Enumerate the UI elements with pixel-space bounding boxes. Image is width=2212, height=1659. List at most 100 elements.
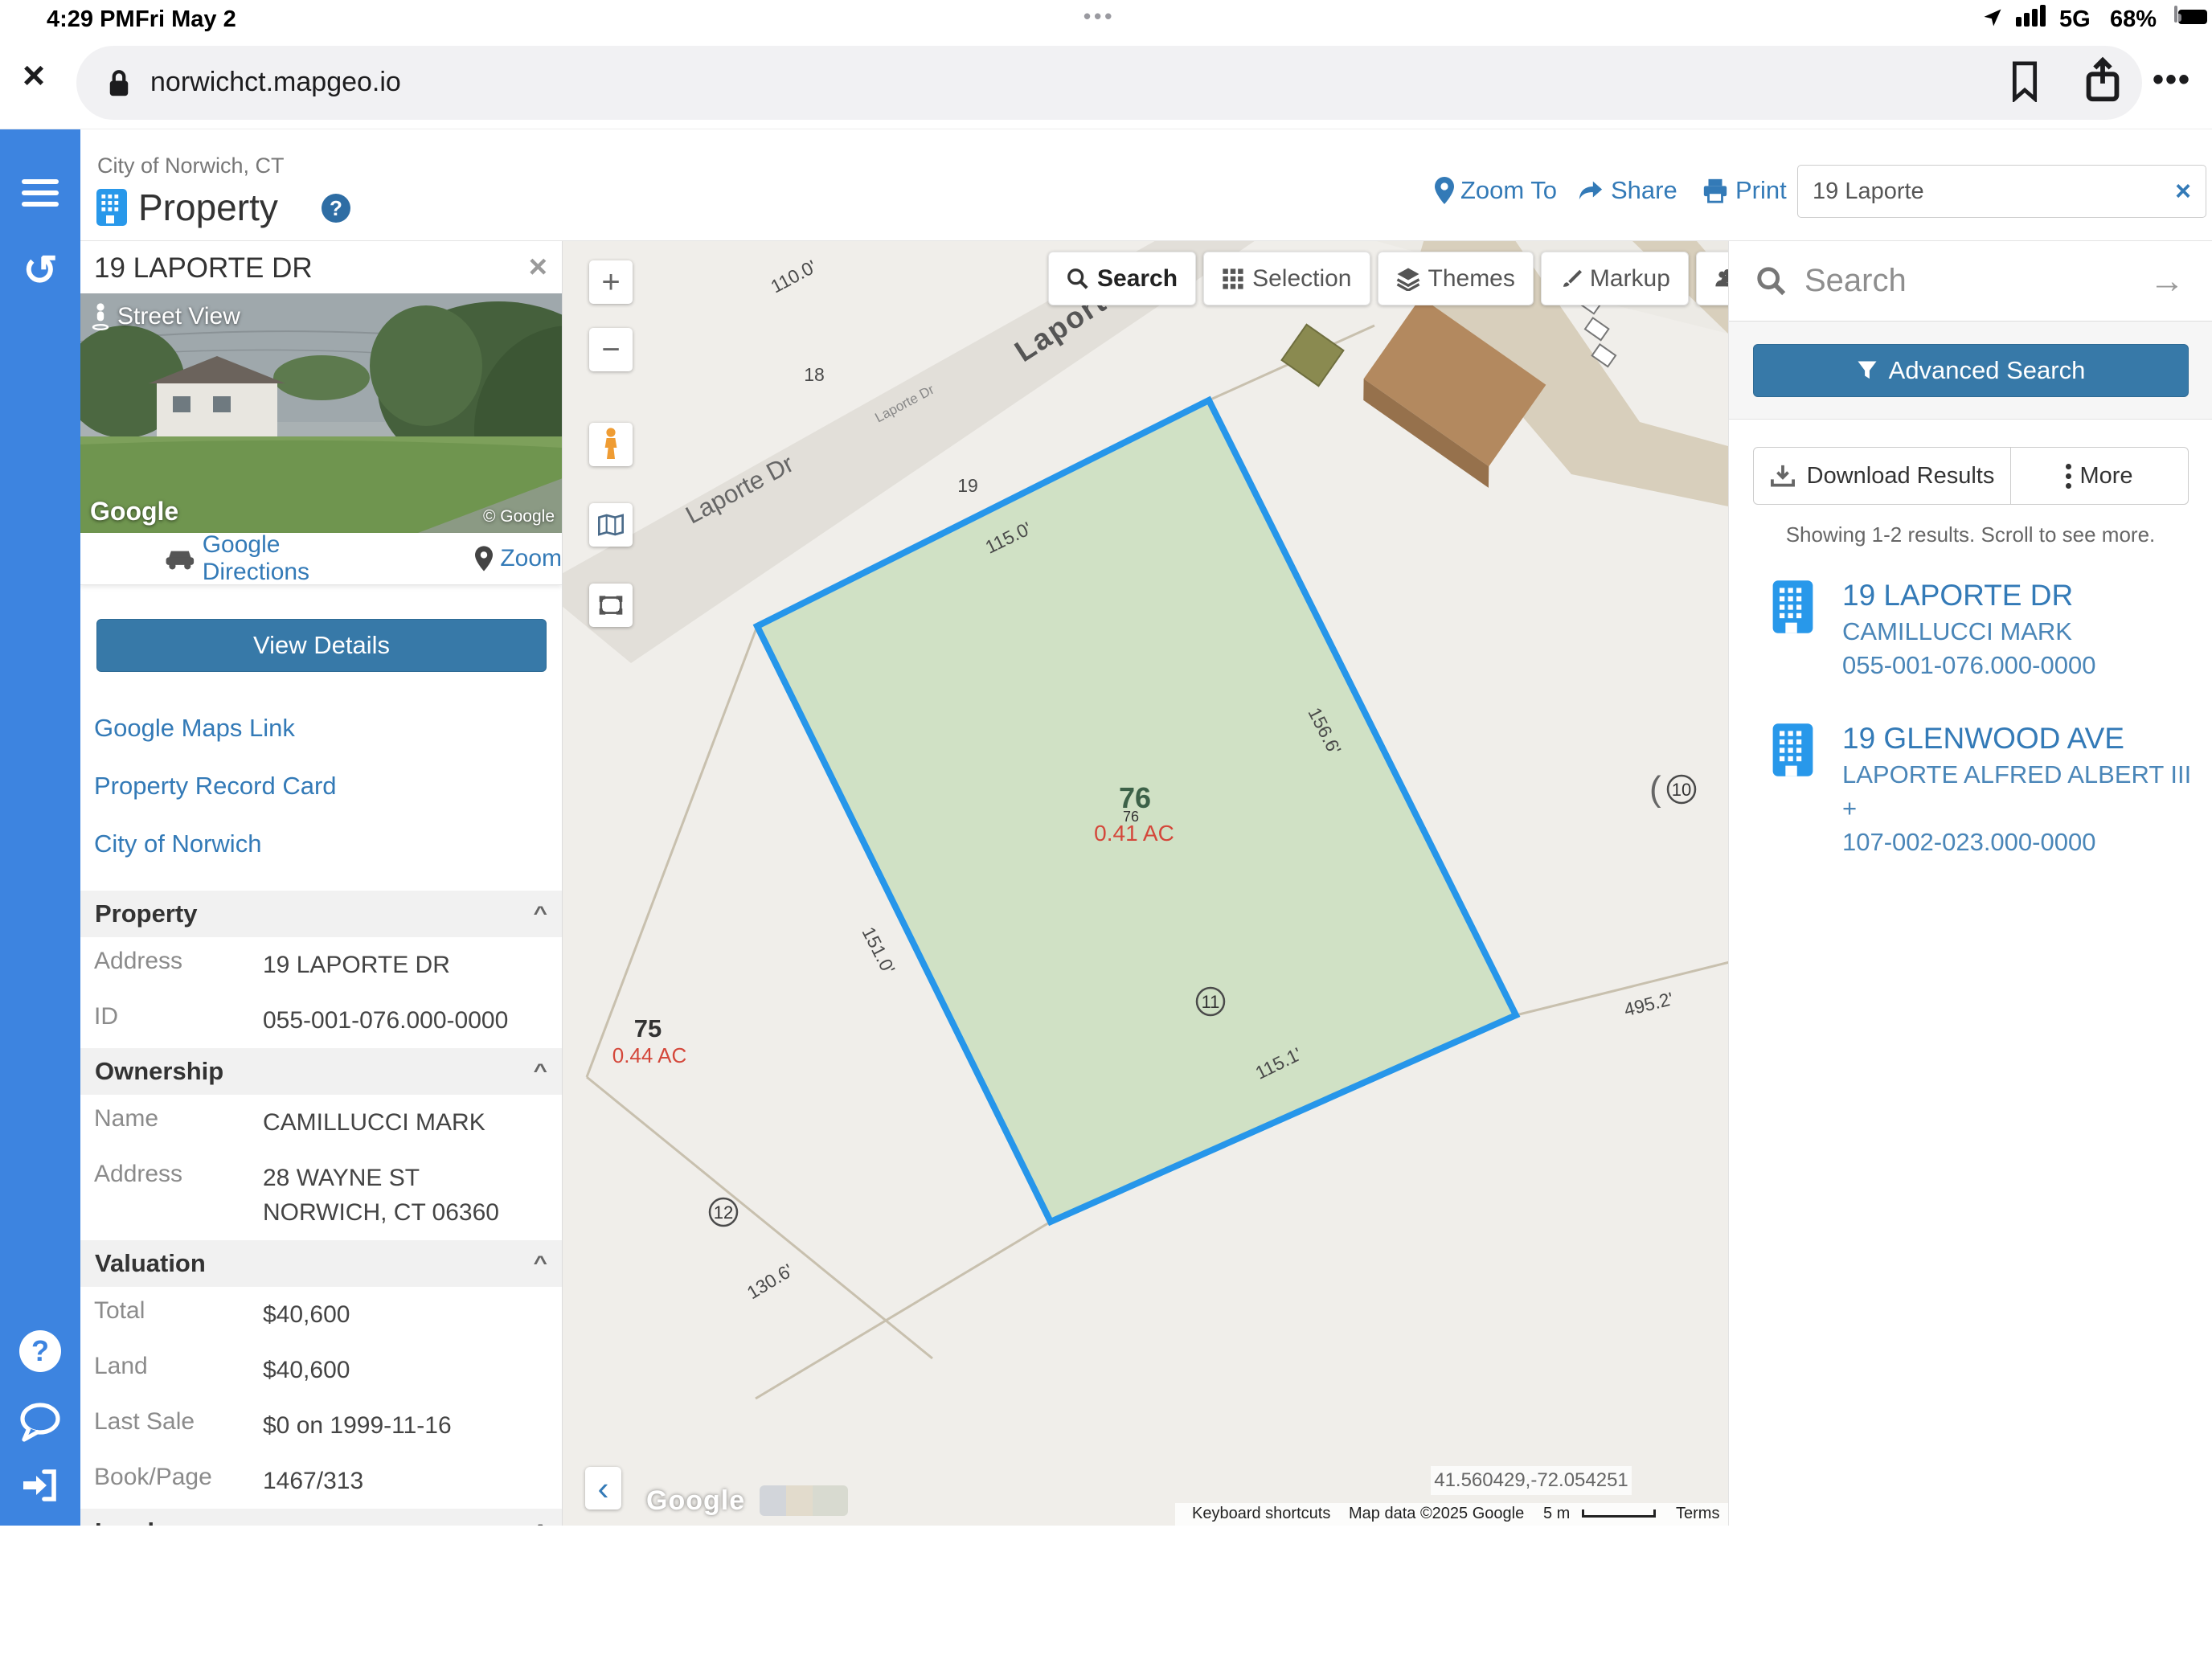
property-record-card-link[interactable]: Property Record Card	[94, 772, 562, 801]
advanced-search-section: Advanced Search	[1729, 322, 2212, 420]
feedback-chat-icon[interactable]	[0, 1401, 80, 1447]
city-of-norwich-link[interactable]: City of Norwich	[94, 830, 562, 858]
close-tab-icon[interactable]: ×	[23, 54, 45, 98]
clock: 4:29 PM	[47, 6, 135, 33]
view-details-button[interactable]: View Details	[96, 619, 547, 672]
pin-icon	[475, 546, 493, 571]
more-menu-icon[interactable]: •••	[2153, 62, 2191, 98]
map-search-button[interactable]: Search	[1048, 252, 1196, 305]
google-logo: Google	[90, 497, 178, 526]
row-address: Address19 LAPORTE DR	[80, 937, 562, 993]
results-panel: Search → Advanced Search Download Result…	[1728, 241, 2212, 1526]
download-results-button[interactable]: Download Results	[1754, 448, 2011, 504]
results-search-row[interactable]: Search →	[1729, 241, 2212, 322]
zoom-link[interactable]: Zoom	[475, 545, 562, 572]
map-markup-button[interactable]: Markup	[1541, 252, 1689, 305]
row-book-page: Book/Page1467/313	[80, 1453, 562, 1509]
panel-title-row: 19 LAPORTE DR ×	[80, 241, 562, 293]
header-search-input[interactable]	[1813, 178, 2175, 205]
result-item[interactable]: 19 GLENWOOD AVE LAPORTE ALFRED ALBERT II…	[1771, 719, 2212, 859]
battery-percent: 68%	[2110, 6, 2157, 33]
map-drawing: Laporte Dr Laporte Dr Laporte Dr 110.0' …	[563, 241, 1728, 1526]
advanced-search-button[interactable]: Advanced Search	[1753, 344, 2189, 397]
results-count-status: Showing 1-2 results. Scroll to see more.	[1729, 522, 2212, 547]
more-button[interactable]: More	[2011, 448, 2188, 504]
map-circle-label: 11	[1202, 992, 1220, 1012]
status-bar: 4:29 PM Fri May 2 ••• 5G 68%	[0, 0, 2212, 38]
extent-button[interactable]	[589, 584, 633, 627]
zoom-in-button[interactable]: +	[589, 260, 633, 304]
panel-title: 19 LAPORTE DR	[94, 252, 313, 285]
row-total: Total$40,600	[80, 1287, 562, 1342]
car-icon	[165, 547, 195, 571]
basemap-button[interactable]	[589, 503, 633, 547]
municipality-label: City of Norwich, CT	[97, 154, 285, 178]
submit-search-icon[interactable]: →	[2149, 261, 2185, 301]
result-address: 19 LAPORTE DR	[1842, 576, 2095, 615]
help-badge-icon[interactable]: ?	[322, 194, 350, 223]
map-selection-button[interactable]: Selection	[1203, 252, 1370, 305]
chevron-up-icon[interactable]: ^	[533, 1252, 547, 1274]
street-view-overlay[interactable]: Street View	[92, 303, 240, 330]
section-header-property[interactable]: Property^	[80, 891, 562, 937]
arc-mark: (	[1649, 769, 1661, 809]
lot-label: 19	[957, 475, 978, 496]
pegman-button[interactable]	[589, 423, 633, 466]
result-item[interactable]: 19 LAPORTE DR CAMILLUCCI MARK 055-001-07…	[1771, 576, 2212, 682]
pegman-icon	[600, 428, 621, 461]
help-icon[interactable]: ?	[0, 1330, 80, 1372]
lot-label: 18	[804, 364, 825, 385]
terms-link[interactable]: Terms	[1676, 1505, 1719, 1523]
funnel-icon	[1857, 360, 1878, 381]
multitask-dots-icon[interactable]: •••	[1083, 4, 1115, 29]
section-header-valuation[interactable]: Valuation^	[80, 1240, 562, 1287]
results-search-placeholder[interactable]: Search	[1804, 263, 2132, 299]
google-directions-link[interactable]: Google Directions	[165, 531, 383, 586]
zoom-to-label: Zoom To	[1460, 176, 1557, 205]
network-label: 5G	[2059, 6, 2091, 33]
panel-close-icon[interactable]: ×	[529, 249, 547, 285]
map-abutters-button[interactable]: Abutters	[1696, 252, 1728, 305]
parcel-area-label: 0.41 AC	[1094, 821, 1174, 846]
keyboard-shortcuts-link[interactable]: Keyboard shortcuts	[1192, 1505, 1330, 1523]
zoom-to-link[interactable]: Zoom To	[1435, 176, 1557, 205]
app-sidebar: ↺ ?	[0, 129, 80, 1526]
bookmark-icon[interactable]	[2009, 60, 2040, 106]
brush-icon	[1559, 268, 1582, 290]
section-header-land[interactable]: Land^	[80, 1509, 562, 1526]
sign-in-icon[interactable]	[0, 1465, 80, 1509]
search-icon	[1756, 266, 1787, 297]
download-icon	[1770, 464, 1796, 488]
row-land-value: Land$40,600	[80, 1342, 562, 1398]
scale-label: 5 m	[1543, 1505, 1570, 1523]
hamburger-menu-icon[interactable]	[0, 179, 80, 211]
grid-icon	[1222, 268, 1244, 290]
search-icon	[1067, 268, 1089, 290]
property-app-icon	[95, 187, 129, 231]
chevron-up-icon[interactable]: ^	[533, 903, 547, 924]
share-icon[interactable]	[2082, 55, 2124, 109]
map-themes-button[interactable]: Themes	[1378, 252, 1534, 305]
map-icon	[598, 514, 624, 536]
clear-search-icon[interactable]: ×	[2175, 176, 2191, 207]
parcel-id-label: 75	[634, 1014, 662, 1043]
dim-label: 130.6'	[743, 1260, 797, 1303]
collapse-panel-button[interactable]: ‹	[585, 1467, 621, 1509]
section-header-ownership[interactable]: Ownership^	[80, 1048, 562, 1095]
property-sections: Property^ Address19 LAPORTE DR ID055-001…	[80, 891, 562, 1526]
history-icon[interactable]: ↺	[0, 247, 80, 295]
pegman-icon	[92, 303, 109, 330]
google-maps-link[interactable]: Google Maps Link	[94, 714, 562, 743]
row-last-sale: Last Sale$0 on 1999-11-16	[80, 1398, 562, 1453]
share-label: Share	[1611, 176, 1677, 205]
screen: 4:29 PM Fri May 2 ••• 5G 68% × norwichct…	[0, 0, 2212, 1659]
print-link[interactable]: Print	[1702, 176, 1787, 205]
chevron-up-icon[interactable]: ^	[533, 1060, 547, 1082]
zoom-out-button[interactable]: −	[589, 328, 633, 371]
map-canvas[interactable]: Laporte Dr Laporte Dr Laporte Dr 110.0' …	[563, 241, 1728, 1526]
layers-icon	[1396, 267, 1420, 291]
map-toolbar: Search Selection Themes Markup Abutters	[1048, 252, 1728, 305]
url-bar[interactable]: norwichct.mapgeo.io	[76, 46, 2142, 120]
share-link[interactable]: Share	[1577, 176, 1677, 205]
street-view-image[interactable]: Street View Google © Google	[80, 293, 563, 533]
